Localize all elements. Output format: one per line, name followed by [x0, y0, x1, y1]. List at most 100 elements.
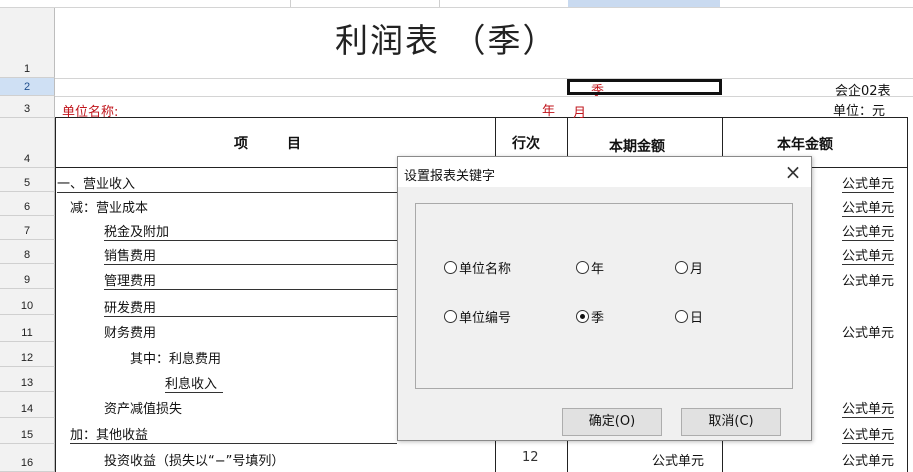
row-header-2[interactable]: 2 — [0, 78, 55, 96]
radio-label: 季 — [591, 311, 605, 326]
item-selling-expense: 销售费用 — [104, 245, 397, 265]
column-header-year: 本年金额 — [777, 137, 833, 153]
row-header-3[interactable]: 3 — [0, 96, 55, 118]
row-header-13[interactable]: 13 — [0, 367, 55, 392]
formula-cell[interactable]: 公式单元 — [842, 270, 894, 289]
row-number: 15 — [20, 429, 34, 441]
row-number: 14 — [20, 403, 34, 415]
active-cell-season[interactable] — [567, 79, 722, 95]
row-number: 9 — [23, 274, 31, 286]
formula-cell[interactable]: 公式单元 — [842, 197, 895, 217]
formula-cell[interactable]: 公式单元 — [842, 398, 895, 418]
radio-circle-icon — [675, 310, 688, 323]
table-border — [55, 117, 56, 472]
item-operating-cost: 减：营业成本 — [70, 201, 149, 216]
report-title: 利润表 （季） — [335, 21, 558, 60]
radio-season[interactable]: 季 — [576, 307, 604, 326]
grid-line — [55, 78, 913, 79]
formula-cell[interactable]: 公式单元 — [842, 322, 894, 341]
item-taxes: 税金及附加 — [104, 221, 397, 241]
row-number: 1 — [23, 63, 31, 75]
formula-cell[interactable]: 公式单元 — [842, 245, 895, 265]
row16-current-formula[interactable]: 公式单元 — [652, 450, 704, 469]
radio-label: 日 — [690, 311, 704, 326]
row-header-8[interactable]: 8 — [0, 240, 55, 264]
row-number: 4 — [23, 153, 31, 165]
radio-label: 月 — [690, 262, 704, 277]
item-interest-income: 利息收入 — [165, 373, 223, 393]
radio-circle-icon — [444, 261, 457, 274]
item-investment-income: 投资收益（损失以“−”号填列） — [104, 454, 285, 469]
item-interest-expense: 其中：利息费用 — [130, 352, 222, 367]
item-impairment-loss: 资产减值损失 — [104, 402, 183, 417]
close-icon[interactable]: × — [781, 160, 805, 184]
radio-circle-icon — [576, 261, 589, 274]
item-operating-revenue: 一、营业收入 — [57, 173, 397, 193]
item-admin-expense: 管理费用 — [104, 270, 397, 290]
row-number: 2 — [23, 81, 31, 93]
grid-line — [55, 96, 913, 97]
radio-month[interactable]: 月 — [675, 258, 703, 277]
company-name-label: 单位名称: — [62, 105, 119, 120]
row-number: 3 — [23, 103, 31, 115]
row-number: 6 — [23, 201, 31, 213]
spreadsheet: 1 2 3 4 5 6 7 8 9 10 11 12 13 14 15 16 利… — [0, 0, 913, 472]
unit-label: 单位：元 — [833, 104, 886, 119]
selected-column-header[interactable] — [568, 0, 720, 7]
cancel-button[interactable]: 取消(C) — [681, 408, 781, 436]
row-header-10[interactable]: 10 — [0, 289, 55, 315]
row-header-15[interactable]: 15 — [0, 418, 55, 444]
radio-circle-icon — [444, 310, 457, 323]
keyword-options-group — [415, 203, 793, 389]
row-number: 13 — [20, 377, 34, 389]
radio-label: 单位编号 — [459, 311, 512, 326]
radio-year[interactable]: 年 — [576, 258, 604, 277]
ok-button[interactable]: 确定(O) — [562, 408, 662, 436]
form-code: 会企02表 — [835, 84, 891, 99]
row-number: 8 — [23, 249, 31, 261]
row-number: 7 — [23, 225, 31, 237]
radio-company-code[interactable]: 单位编号 — [444, 307, 511, 326]
row-number: 12 — [20, 352, 34, 364]
item-financial-expense: 财务费用 — [104, 326, 157, 341]
column-header-item: 项 目 — [234, 136, 301, 152]
month-keyword: 月 — [573, 106, 587, 121]
formula-cell[interactable]: 公式单元 — [842, 450, 894, 469]
row-number: 10 — [20, 300, 34, 312]
row-header-1[interactable]: 1 — [0, 8, 55, 78]
dialog-title: 设置报表关键字 — [404, 169, 496, 184]
table-border — [907, 117, 908, 472]
set-report-keyword-dialog: 设置报表关键字 × 单位名称 年 月 单位编号 季 日 确定(O) 取消(C) — [397, 156, 812, 441]
row-header-16[interactable]: 16 — [0, 444, 55, 472]
radio-label: 单位名称 — [459, 262, 512, 277]
radio-circle-icon — [675, 261, 688, 274]
table-border — [55, 117, 907, 118]
row-header-12[interactable]: 12 — [0, 342, 55, 367]
row-header-14[interactable]: 14 — [0, 392, 55, 418]
dialog-titlebar[interactable]: 设置报表关键字 × — [398, 157, 811, 187]
column-header-line: 行次 — [512, 136, 540, 152]
item-other-income: 加：其他收益 — [70, 424, 397, 444]
radio-label: 年 — [591, 262, 605, 277]
row-header-9[interactable]: 9 — [0, 264, 55, 289]
row-header-4[interactable]: 4 — [0, 118, 55, 168]
column-header-strip — [0, 0, 913, 8]
row-header-5[interactable]: 5 — [0, 168, 55, 192]
radio-selected-icon — [576, 310, 589, 323]
formula-cell[interactable]: 公式单元 — [842, 173, 895, 193]
column-header-segment[interactable] — [290, 0, 440, 7]
row-number: 11 — [21, 327, 33, 339]
row-header-6[interactable]: 6 — [0, 192, 55, 216]
radio-day[interactable]: 日 — [675, 307, 703, 326]
year-keyword: 年 — [542, 104, 556, 119]
row-number: 16 — [20, 457, 34, 469]
row16-line-number: 12 — [522, 450, 539, 465]
row-number: 5 — [23, 177, 31, 189]
row-header-11[interactable]: 11 — [0, 315, 55, 342]
formula-cell[interactable]: 公式单元 — [842, 221, 895, 241]
radio-company-name[interactable]: 单位名称 — [444, 258, 511, 277]
column-header-current: 本期金额 — [609, 139, 665, 155]
formula-cell[interactable]: 公式单元 — [842, 424, 895, 444]
row-header-7[interactable]: 7 — [0, 216, 55, 240]
item-rd-expense: 研发费用 — [104, 297, 397, 317]
